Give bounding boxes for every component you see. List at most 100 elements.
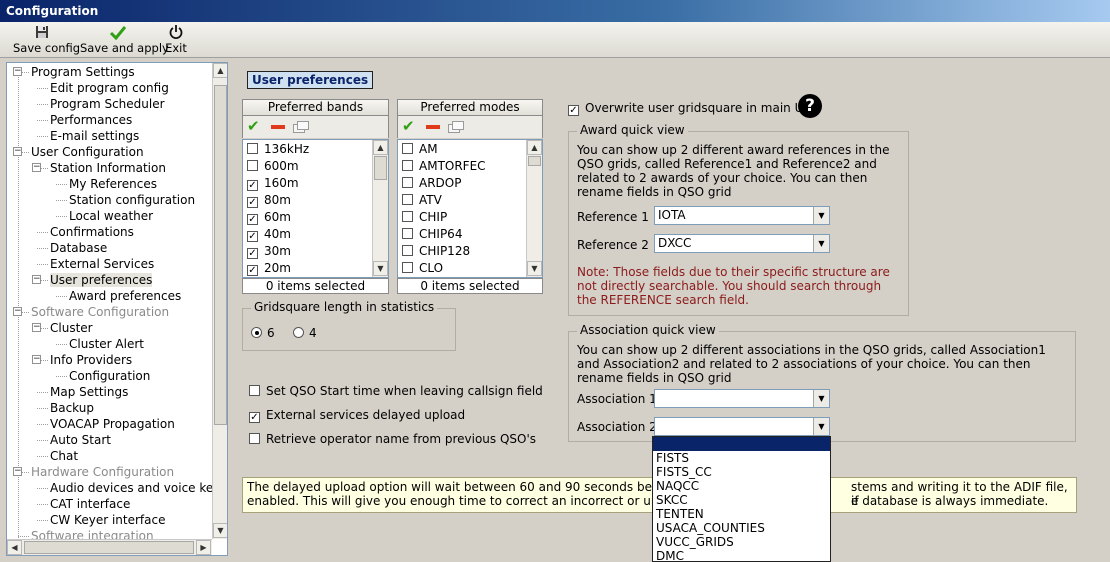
tree-item[interactable]: Auto Start (50, 432, 111, 448)
chevron-down-icon[interactable]: ▼ (813, 235, 829, 252)
tree-item[interactable]: CW Keyer interface (50, 512, 165, 528)
tree-item[interactable]: Audio devices and voice keye (50, 480, 227, 496)
checkbox-icon[interactable] (402, 228, 413, 239)
tree-item[interactable]: Map Settings (50, 384, 128, 400)
scroll-right-arrow-icon[interactable]: ▶ (196, 540, 211, 555)
tree-item[interactable]: Local weather (69, 208, 153, 224)
dropdown-option[interactable]: TENTEN (653, 507, 830, 521)
dropdown-option[interactable]: FISTS (653, 451, 830, 465)
scroll-up-arrow-icon[interactable]: ▲ (527, 140, 542, 155)
bands-list-item[interactable]: ✓ 30m (247, 243, 291, 260)
collapse-icon[interactable]: − (32, 355, 41, 364)
modes-scrollbar[interactable]: ▲ ▼ (526, 140, 542, 277)
tree-item[interactable]: Info Providers (50, 352, 132, 368)
dropdown-option[interactable]: VUCC_GRIDS (653, 535, 830, 549)
checkbox-icon[interactable] (402, 143, 413, 154)
modes-list-item[interactable]: AMTORFEC (402, 158, 486, 175)
tree-item[interactable]: User preferences (50, 272, 153, 288)
bands-scroll-thumb[interactable] (374, 156, 387, 180)
retrieve-operator-checkbox[interactable]: Retrieve operator name from previous QSO… (249, 432, 536, 446)
help-icon[interactable]: ? (798, 94, 822, 118)
association-2-select[interactable]: ▼ (654, 417, 830, 436)
scroll-down-arrow-icon[interactable]: ▼ (527, 261, 542, 276)
association-2-dropdown-list[interactable]: FISTS FISTS_CC NAQCC SKCC TENTEN USACA_COUNTI… (652, 436, 831, 562)
checkbox-icon[interactable] (402, 245, 413, 256)
tree-item[interactable]: Edit program config (50, 80, 169, 96)
save-config-button[interactable]: Save config (13, 24, 80, 55)
checkbox-icon[interactable] (402, 194, 413, 205)
checkbox-icon[interactable] (402, 160, 413, 171)
collapse-icon[interactable]: − (13, 307, 22, 316)
modes-list-item[interactable]: AM (402, 141, 438, 158)
select-all-check-icon[interactable]: ✔ (247, 117, 260, 135)
scroll-down-arrow-icon[interactable]: ▼ (213, 523, 227, 538)
collapse-icon[interactable]: − (32, 275, 41, 284)
scroll-up-arrow-icon[interactable]: ▲ (213, 63, 227, 78)
bands-list-item[interactable]: ✓ 60m (247, 209, 291, 226)
scroll-up-arrow-icon[interactable]: ▲ (373, 140, 388, 155)
tree-item[interactable]: Software Configuration (31, 304, 169, 320)
tree-item[interactable]: Configuration (69, 368, 150, 384)
chevron-down-icon[interactable]: ▼ (813, 207, 829, 224)
gridsquare-option-6[interactable]: 6 (251, 326, 275, 340)
collapse-icon[interactable]: − (13, 147, 22, 156)
bands-list-item[interactable]: 600m (247, 158, 299, 175)
save-and-apply-button[interactable]: Save and apply (80, 24, 169, 55)
checkbox-icon[interactable] (402, 177, 413, 188)
tree-item[interactable]: Performances (50, 112, 132, 128)
tree-item[interactable]: Backup (50, 400, 94, 416)
dropdown-option[interactable]: DMC (653, 549, 830, 561)
scroll-down-arrow-icon[interactable]: ▼ (373, 261, 388, 276)
checkbox-icon[interactable]: ✓ (247, 214, 258, 225)
checkbox-icon[interactable] (247, 160, 258, 171)
select-all-check-icon[interactable]: ✔ (402, 117, 415, 135)
tree-item[interactable]: Chat (50, 448, 78, 464)
tree-item[interactable]: User Configuration (31, 144, 144, 160)
tree-item[interactable]: Database (50, 240, 107, 256)
association-1-select[interactable]: ▼ (654, 389, 830, 408)
modes-scroll-thumb[interactable] (528, 156, 541, 166)
modes-list[interactable]: AM AMTORFEC ARDOP ATV CHIP CHIP64 CHIP128 CLO ▲… (397, 139, 543, 278)
tree-item[interactable]: Confirmations (50, 224, 134, 240)
bands-list-item[interactable]: ✓ 80m (247, 192, 291, 209)
dropdown-option[interactable]: FISTS_CC (653, 465, 830, 479)
checkbox-icon[interactable] (402, 262, 413, 273)
remove-minus-icon[interactable] (426, 125, 440, 129)
bands-list-item[interactable]: ✓ 160m (247, 175, 299, 192)
modes-list-item[interactable]: ARDOP (402, 175, 461, 192)
tree-vertical-scrollbar[interactable]: ▲ ▼ (212, 63, 227, 539)
tree-item[interactable]: Cluster (50, 320, 93, 336)
copy-icon[interactable] (448, 121, 464, 133)
modes-list-item[interactable]: CLO (402, 260, 443, 277)
tree-item[interactable]: E-mail settings (50, 128, 139, 144)
tree-item[interactable]: Cluster Alert (69, 336, 144, 352)
tree-horizontal-scrollbar[interactable]: ◀ ▶ (7, 539, 212, 555)
dropdown-option[interactable] (653, 437, 830, 451)
dropdown-option[interactable]: SKCC (653, 493, 830, 507)
gridsquare-option-4[interactable]: 4 (293, 326, 317, 340)
settings-tree[interactable]: Program Settings − Edit program config Prog… (6, 62, 228, 556)
tree-hscroll-thumb[interactable] (24, 541, 194, 554)
modes-list-item[interactable]: ATV (402, 192, 442, 209)
dropdown-option[interactable]: USACA_COUNTIES (653, 521, 830, 535)
bands-scrollbar[interactable]: ▲ ▼ (372, 140, 388, 277)
checkbox-icon[interactable]: ✓ (247, 231, 258, 242)
checkbox-icon[interactable] (247, 143, 258, 154)
chevron-down-icon[interactable]: ▼ (813, 418, 829, 435)
dropdown-option[interactable]: NAQCC (653, 479, 830, 493)
modes-list-item[interactable]: CHIP (402, 209, 447, 226)
bands-list[interactable]: 136kHz 600m ✓ 160m ✓ 80m ✓ 60m ✓ 40m ✓ 30m ✓ 20m ▲ ▼ (242, 139, 389, 278)
exit-button[interactable]: Exit (164, 24, 188, 55)
tree-scroll-thumb[interactable] (214, 85, 227, 425)
collapse-icon[interactable]: − (32, 323, 41, 332)
tree-item[interactable]: My References (69, 176, 157, 192)
checkbox-icon[interactable]: ✓ (247, 180, 258, 191)
tree-item[interactable]: VOACAP Propagation (50, 416, 175, 432)
tree-item[interactable]: Station Information (50, 160, 166, 176)
reference-2-select[interactable]: DXCC ▼ (654, 234, 830, 253)
overwrite-gridsquare-checkbox[interactable]: ✓ Overwrite user gridsquare in main UI (568, 101, 807, 116)
modes-list-item[interactable]: CHIP64 (402, 226, 462, 243)
checkbox-icon[interactable]: ✓ (247, 265, 258, 276)
chevron-down-icon[interactable]: ▼ (813, 390, 829, 407)
tree-item[interactable]: Program Scheduler (50, 96, 165, 112)
